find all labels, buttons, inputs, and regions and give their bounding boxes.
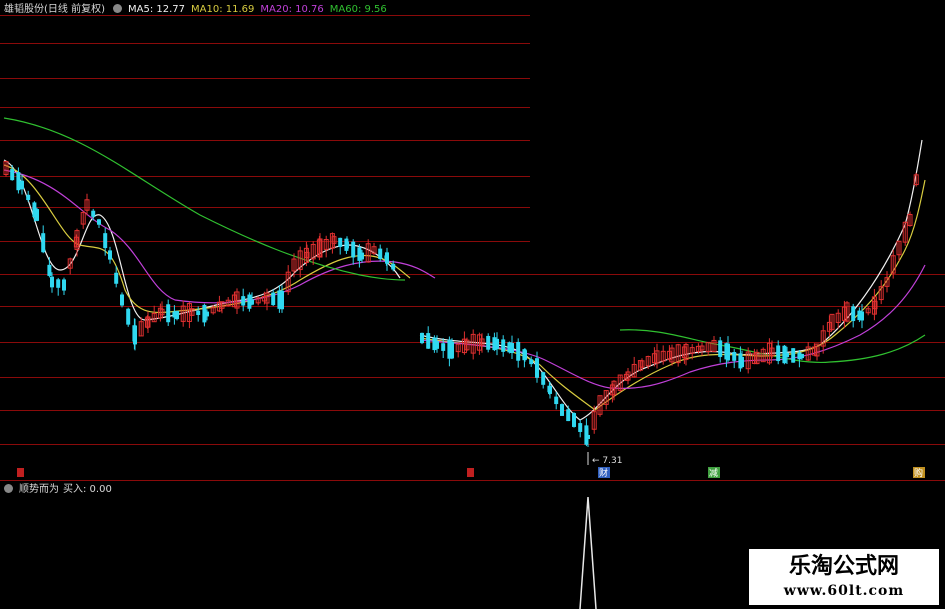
- candle-body: [91, 210, 96, 217]
- candle-body: [420, 332, 424, 344]
- candle-body: [495, 338, 499, 350]
- candle-body: [114, 272, 119, 284]
- candle-body: [586, 434, 590, 440]
- candle-body: [516, 341, 521, 361]
- candle-body: [241, 296, 246, 306]
- low-price-label: ← 7.31: [592, 456, 622, 466]
- candle-body: [510, 342, 514, 354]
- ma10-value: MA10: 11.69: [191, 4, 255, 15]
- candle-body: [133, 325, 137, 345]
- candle-body: [441, 343, 446, 351]
- event-marker-gou-label: 购: [914, 467, 923, 479]
- candle-body: [166, 304, 171, 323]
- candle-body: [560, 404, 564, 416]
- indicator-buy-value: 买入: 0.00: [63, 484, 112, 495]
- candle-body: [450, 341, 454, 359]
- candle-body: [435, 341, 439, 349]
- candle-body: [541, 372, 546, 385]
- candle-body: [250, 299, 254, 305]
- candle-body: [126, 308, 131, 325]
- candle-body: [47, 264, 52, 276]
- candle-body: [718, 340, 723, 357]
- candle-body: [62, 279, 66, 291]
- candle-body: [345, 241, 349, 249]
- event-marker-jian-label: 减: [709, 467, 718, 479]
- candle-body: [271, 292, 276, 306]
- ma60-value: MA60: 9.56: [329, 4, 387, 15]
- price-pane-header: 雄韬股份(日线 前复权) MA5: 12.77 MA10: 11.69 MA20: 1…: [4, 3, 393, 17]
- candle-body: [280, 290, 284, 310]
- ma20-value: MA20: 10.76: [260, 4, 324, 15]
- indicator-name: 顺势而为: [19, 484, 59, 495]
- candle-body: [10, 169, 15, 181]
- settings-gear-icon[interactable]: [112, 4, 122, 13]
- candle-body: [860, 311, 864, 321]
- buy-signal-spike: [579, 496, 597, 609]
- candle-body: [41, 233, 46, 253]
- candle-body: [785, 352, 789, 358]
- candle-body: [535, 358, 539, 378]
- watermark-title: 乐淘公式网: [788, 553, 899, 579]
- candle-body: [740, 356, 744, 368]
- candle-body: [360, 252, 364, 260]
- ma5-value: MA5: 12.77: [127, 4, 185, 15]
- candle-body: [426, 333, 431, 349]
- price-grid: [0, 15, 945, 445]
- candle-body: [50, 276, 54, 288]
- candle-body: [776, 345, 781, 362]
- candle-body: [385, 252, 389, 264]
- candle-body: [26, 194, 31, 201]
- candle-body: [548, 386, 552, 394]
- candle-body: [523, 350, 527, 360]
- candle-body: [732, 352, 737, 361]
- candle-body: [103, 233, 108, 249]
- candle-body: [20, 180, 24, 190]
- ma10-line: [3, 164, 926, 411]
- candle-body: [205, 311, 209, 317]
- signal-marker-1[interactable]: [17, 468, 24, 477]
- stock-name: 雄韬股份(日线 前复权): [4, 4, 105, 15]
- moving-average-lines: [3, 117, 926, 421]
- candle-body: [529, 359, 534, 365]
- signal-marker-2[interactable]: [467, 468, 474, 477]
- candle-body: [791, 348, 796, 363]
- candle-body: [554, 396, 559, 405]
- candle-body: [56, 279, 61, 288]
- candle-body: [378, 248, 383, 260]
- candle-body: [16, 172, 21, 191]
- candlestick-series: [3, 160, 919, 447]
- candle-body: [566, 409, 571, 422]
- candle-body: [175, 310, 179, 320]
- watermark-url: www.60lt.com: [783, 583, 905, 599]
- candle-body: [97, 219, 101, 225]
- candle-body: [501, 339, 506, 352]
- chart-markers: ← 7.31 财 减 购: [17, 452, 925, 479]
- candle-body: [851, 306, 856, 322]
- ma60-line: [3, 117, 926, 364]
- event-marker-cai-label: 财: [599, 467, 608, 479]
- candle-body: [351, 241, 356, 258]
- candle-body: [572, 413, 576, 427]
- candle-body: [726, 343, 730, 361]
- candle-body: [391, 263, 396, 270]
- candle-body: [800, 353, 804, 359]
- indicator-settings-gear-icon[interactable]: [4, 484, 13, 493]
- candle-body: [35, 209, 39, 221]
- candle-body: [338, 237, 343, 247]
- indicator-pane-header: 顺势而为 买入: 0.00: [4, 483, 118, 497]
- candle-body: [486, 335, 491, 350]
- candle-body: [578, 423, 583, 432]
- site-watermark: 乐淘公式网 www.60lt.com: [749, 549, 939, 605]
- candle-body: [108, 250, 112, 260]
- candle-body: [120, 294, 124, 306]
- candle-body: [196, 310, 201, 315]
- chart-canvas[interactable]: ← 7.31 财 减 购: [0, 0, 945, 609]
